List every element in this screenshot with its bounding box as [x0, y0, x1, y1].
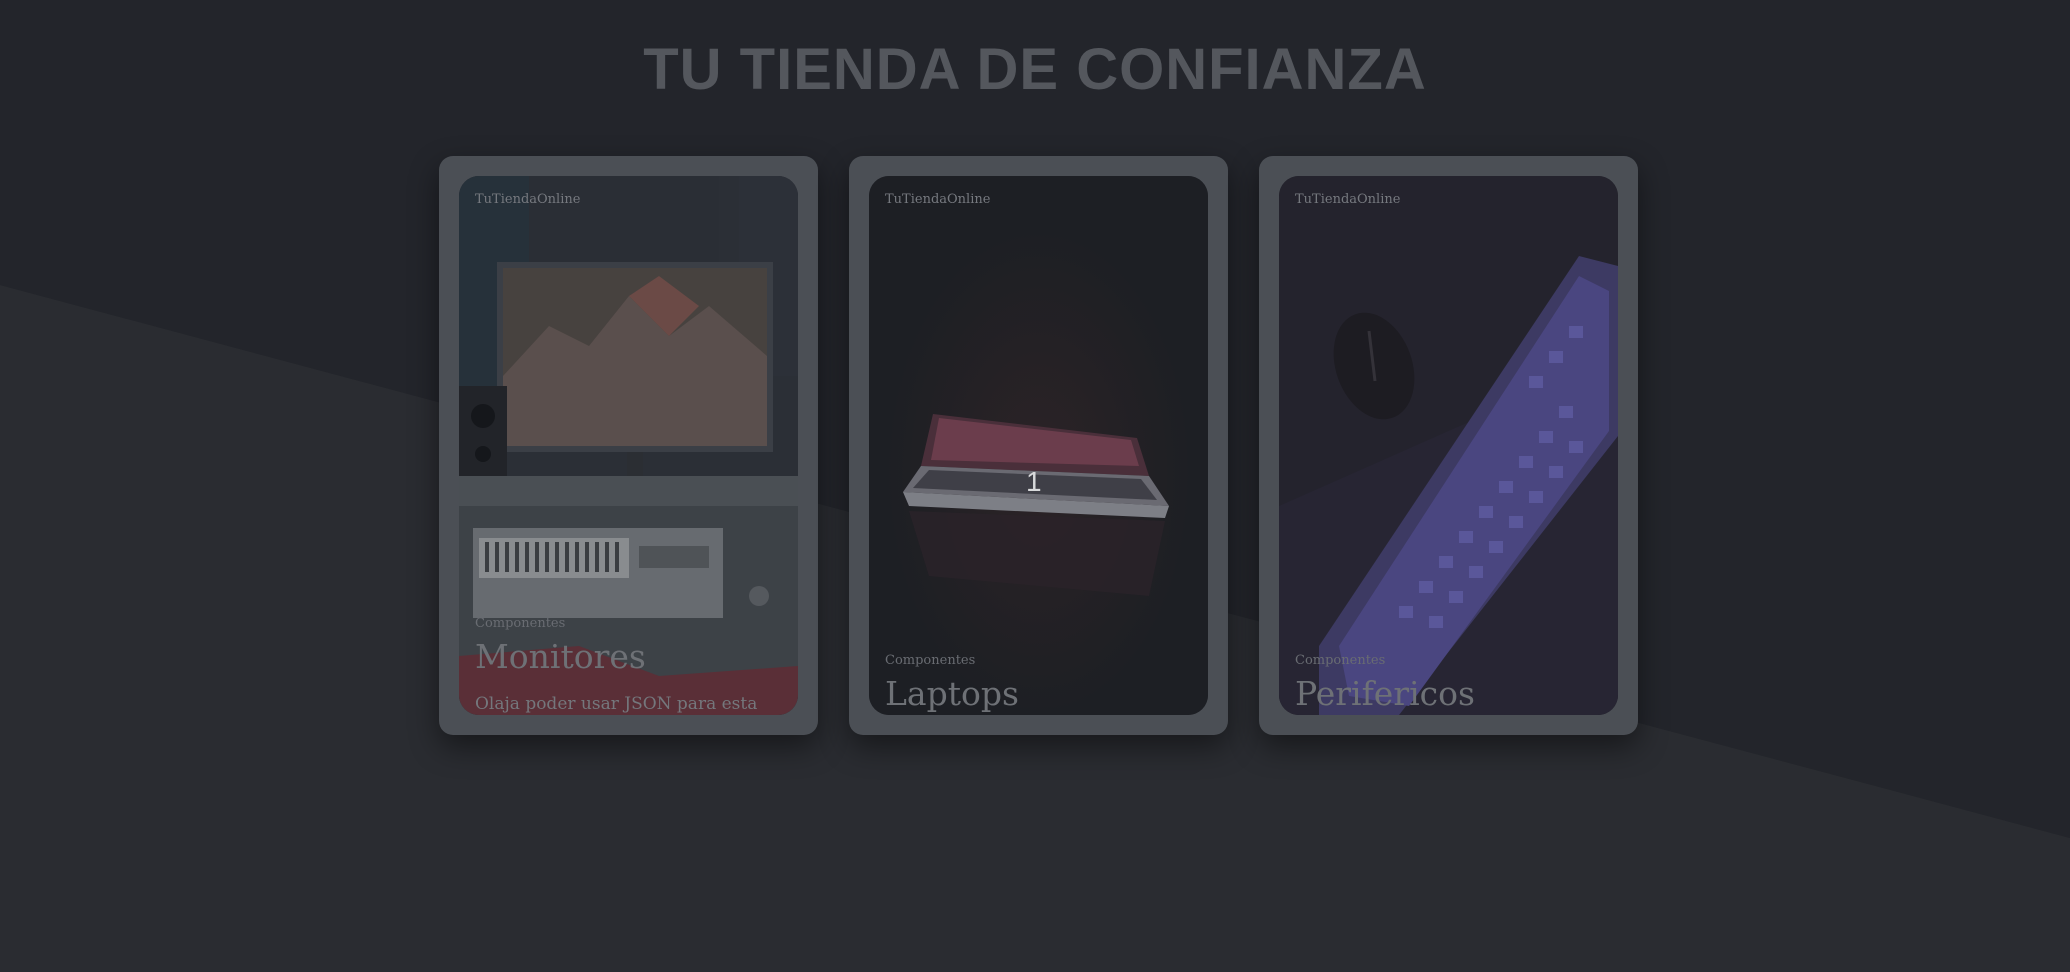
card-title: Perifericos	[1295, 674, 1475, 713]
card-brand: TuTiendaOnline	[475, 192, 581, 207]
card-category: Componentes	[885, 653, 976, 668]
laptop-photo	[869, 176, 1208, 715]
product-card-monitores[interactable]: TuTiendaOnline Componentes Monitores Ola…	[439, 156, 818, 735]
card-brand: TuTiendaOnline	[1295, 192, 1401, 207]
keyboard-mouse-photo	[1279, 176, 1618, 715]
studio-desk-photo	[459, 176, 798, 715]
card-content: TuTiendaOnline 1 Componentes Laptops	[869, 176, 1208, 715]
card-content: TuTiendaOnline Componentes Perifericos	[1279, 176, 1618, 715]
product-card-laptops[interactable]: TuTiendaOnline 1 Componentes Laptops	[849, 156, 1228, 735]
card-category: Componentes	[1295, 653, 1386, 668]
card-title: Laptops	[885, 674, 1019, 713]
card-description: Olaja poder usar JSON para esta	[475, 694, 758, 714]
card-category: Componentes	[475, 616, 566, 631]
card-badge: 1	[1026, 466, 1042, 497]
page-title: TU TIENDA DE CONFIANZA	[643, 37, 1427, 102]
card-brand: TuTiendaOnline	[885, 192, 991, 207]
product-card-perifericos[interactable]: TuTiendaOnline Componentes Perifericos	[1259, 156, 1638, 735]
card-content: TuTiendaOnline Componentes Monitores Ola…	[459, 176, 798, 715]
card-title: Monitores	[475, 637, 646, 676]
